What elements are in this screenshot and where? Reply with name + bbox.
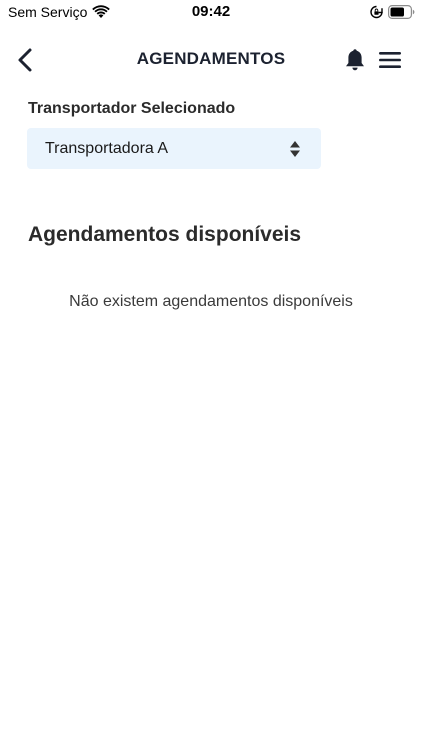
rotation-lock-icon <box>370 5 383 24</box>
carrier-select-value: Transportadora A <box>45 140 169 157</box>
empty-state-message: Não existem agendamentos disponíveis <box>69 293 353 310</box>
bell-icon <box>343 49 367 77</box>
app-header: AGENDAMENTOS <box>0 40 422 80</box>
notifications-button[interactable] <box>343 47 367 73</box>
appointments-section-title: Agendamentos disponíveis <box>28 223 302 246</box>
battery-icon <box>388 5 415 24</box>
status-bar: Sem Serviço 09:42 <box>0 0 422 26</box>
select-arrows-icon <box>289 140 301 163</box>
carrier-selector-label: Transportador Selecionado <box>28 100 236 117</box>
menu-button[interactable] <box>378 49 402 71</box>
hamburger-menu-icon <box>378 52 402 75</box>
status-time: 09:42 <box>191 3 231 20</box>
carrier-select[interactable]: Transportadora A <box>27 128 321 169</box>
